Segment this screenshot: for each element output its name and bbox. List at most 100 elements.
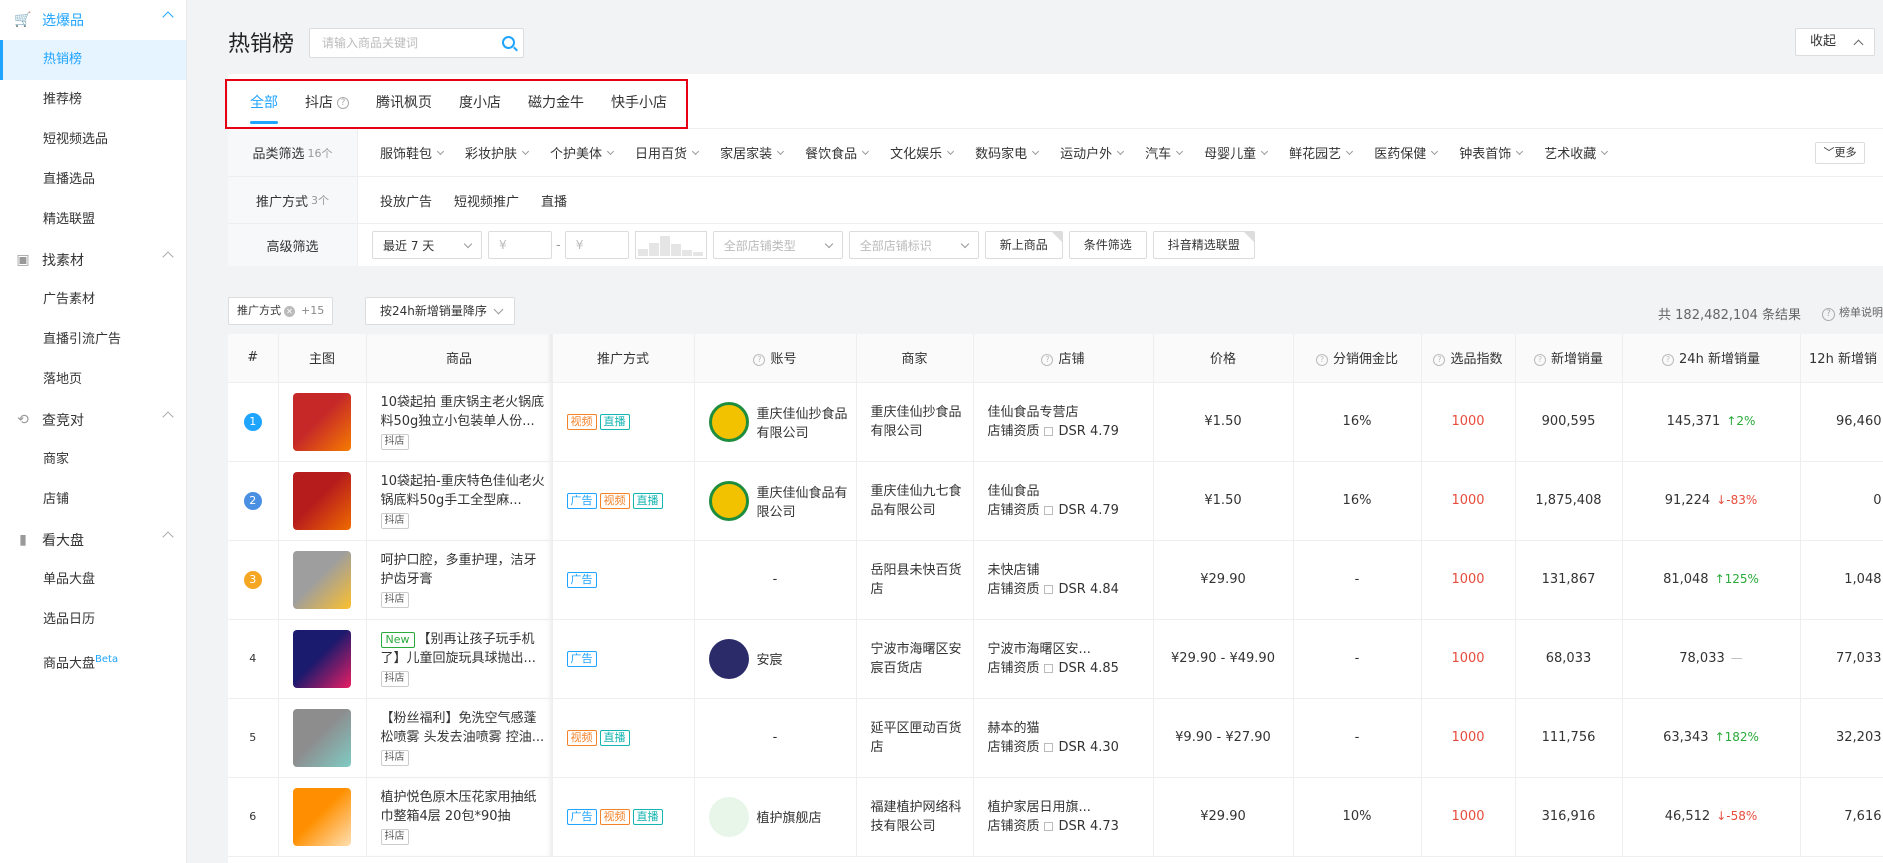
new-products-button[interactable]: 新上商品 [984, 231, 1063, 259]
condition-filter-button[interactable]: 条件筛选 [1068, 231, 1147, 259]
sidebar-item[interactable]: 短视频选品 [0, 120, 186, 160]
product-name[interactable]: 呵护口腔，多重护理，洁牙护齿牙膏 [381, 551, 552, 589]
table-row[interactable]: 3 呵护口腔，多重护理，洁牙护齿牙膏 抖店 广告 - 岳阳县未快百货店 未快店铺 店铺资质 DS… [228, 540, 1883, 620]
sidebar-item[interactable]: 商家 [0, 440, 186, 480]
account[interactable]: 安宸 [695, 638, 856, 679]
account[interactable]: 植护旗舰店 [695, 796, 856, 837]
store-mark-select[interactable]: 全部店铺标识 [848, 231, 979, 259]
merchant-cell[interactable]: 福建植护网络科技有限公司 [856, 777, 974, 857]
product-name[interactable]: 10袋起拍 重庆锅主老火锅底料50g独立小包装单人份... [381, 393, 552, 431]
sidebar-item[interactable]: 直播选品 [0, 160, 186, 200]
sidebar-item[interactable]: 选品日历 [0, 600, 186, 640]
table-row[interactable]: 1 10袋起拍 重庆锅主老火锅底料50g独立小包装单人份... 抖店 视频 直播 重庆佳仙… [228, 382, 1883, 462]
ranking-help-link[interactable]: ? 榜单说明 [1822, 304, 1883, 321]
category-option[interactable]: 家居家装 [720, 143, 785, 162]
external-link-icon[interactable] [1043, 505, 1053, 515]
promo-option[interactable]: 投放广告 [380, 191, 432, 210]
sidebar-item[interactable]: 落地页 [0, 360, 186, 400]
shop-info[interactable]: 植护家居日用旗... 店铺资质 DSR 4.73 [988, 798, 1153, 836]
merchant-cell[interactable]: 宁波市海曙区安宸百货店 [856, 619, 974, 699]
sidebar-item[interactable]: 商品大盘Beta [0, 640, 186, 680]
merchant-cell[interactable]: 延平区匣动百货店 [856, 698, 974, 778]
product-name[interactable]: 植护悦色原木压花家用抽纸巾整箱4层 20包*90抽 [381, 788, 552, 826]
close-icon[interactable]: ✕ [284, 306, 295, 317]
promo-option[interactable]: 直播 [541, 191, 567, 210]
price-histogram[interactable] [634, 231, 707, 259]
category-option[interactable]: 数码家电 [975, 143, 1040, 162]
category-option[interactable]: 服饰鞋包 [380, 143, 445, 162]
product-image[interactable] [293, 550, 351, 609]
collapse-button[interactable]: 收起 [1795, 28, 1875, 56]
table-row[interactable]: 2 10袋起拍-重庆特色佳仙老火锅底料50g手工全型麻... 抖店 广告 视频 直播 重庆佳… [228, 461, 1883, 541]
external-link-icon[interactable] [1043, 426, 1053, 436]
category-option[interactable]: 母婴儿童 [1204, 143, 1269, 162]
product-image[interactable] [293, 471, 351, 530]
external-link-icon[interactable] [1043, 663, 1053, 673]
product-image[interactable] [293, 392, 351, 451]
search-icon[interactable] [502, 36, 515, 49]
product-image[interactable] [293, 629, 351, 688]
sidebar-item[interactable]: 推荐榜 [0, 80, 186, 120]
product-name[interactable]: 【粉丝福利】免洗空气感蓬松喷雾 头发去油喷雾 控油... [381, 709, 552, 747]
price-max-input[interactable]: ¥ [564, 231, 629, 259]
sidebar-group-compare[interactable]: ⟲ 查竞对 [0, 400, 186, 440]
price-cell: ¥1.50 [1153, 461, 1294, 541]
category-option[interactable]: 鲜花园艺 [1289, 143, 1354, 162]
category-option[interactable]: 艺术收藏 [1544, 143, 1609, 162]
chevron-up-icon[interactable] [162, 531, 174, 543]
table-row[interactable]: 4 New 【别再让孩子玩手机了】儿童回旋玩具球抛出... 抖店 广告 安宸 宁波市海曙区安… [228, 619, 1883, 699]
chevron-up-icon[interactable] [162, 411, 174, 423]
external-link-icon[interactable] [1043, 584, 1053, 594]
promo-option[interactable]: 短视频推广 [454, 191, 519, 210]
sidebar-group-cart[interactable]: 🛒 选爆品 [0, 0, 186, 40]
sidebar-item[interactable]: 热销榜 [0, 40, 186, 80]
category-option[interactable]: 运动户外 [1060, 143, 1125, 162]
product-name[interactable]: 10袋起拍-重庆特色佳仙老火锅底料50g手工全型麻... [381, 472, 552, 510]
sidebar-item[interactable]: 直播引流广告 [0, 320, 186, 360]
sidebar-item[interactable]: 单品大盘 [0, 560, 186, 600]
shop-info[interactable]: 未快店铺 店铺资质 DSR 4.84 [988, 561, 1153, 599]
price-min-input[interactable]: ¥ [488, 231, 552, 259]
product-image[interactable] [293, 708, 351, 767]
merchant-cell[interactable]: 重庆佳仙九七食品有限公司 [856, 461, 974, 541]
category-option[interactable]: 文化娱乐 [890, 143, 955, 162]
period-select[interactable]: 最近 7 天 [372, 231, 482, 259]
merchant-cell[interactable]: 重庆佳仙抄食品有限公司 [856, 382, 974, 462]
external-link-icon[interactable] [1043, 742, 1053, 752]
merchant-cell[interactable]: 岳阳县未快百货店 [856, 540, 974, 620]
sort-select[interactable]: 按24h新增销量降序 [365, 297, 515, 325]
category-option[interactable]: 个护美体 [550, 143, 615, 162]
chevron-down-icon [692, 147, 700, 155]
table-row[interactable]: 5 【粉丝福利】免洗空气感蓬松喷雾 头发去油喷雾 控油... 抖店 视频 直播 - 延平区匣… [228, 698, 1883, 778]
more-categories-button[interactable]: ﹀更多 [1815, 141, 1865, 164]
shop-qualification: 店铺资质 DSR 4.79 [988, 501, 1153, 520]
category-option[interactable]: 钟表首饰 [1459, 143, 1524, 162]
chevron-up-icon[interactable] [162, 11, 174, 23]
active-filter-chip[interactable]: 推广方式 ✕ +15 [228, 297, 334, 325]
category-option[interactable]: 医药保健 [1374, 143, 1439, 162]
question-icon: ? [1041, 353, 1054, 366]
product-image[interactable] [293, 787, 351, 846]
category-option[interactable]: 日用百货 [635, 143, 700, 162]
product-name[interactable]: New 【别再让孩子玩手机了】儿童回旋玩具球抛出... [380, 630, 552, 668]
shop-info[interactable]: 佳仙食品 店铺资质 DSR 4.79 [988, 482, 1153, 520]
category-option[interactable]: 汽车 [1145, 143, 1184, 162]
douyin-alliance-button[interactable]: 抖音精选联盟 [1152, 231, 1255, 259]
search-input[interactable]: 请输入商品关键词 [309, 28, 524, 58]
shop-info[interactable]: 宁波市海曙区安... 店铺资质 DSR 4.85 [988, 640, 1153, 678]
account[interactable]: 重庆佳仙食品有限公司 [695, 480, 856, 521]
shop-info[interactable]: 赫本的猫 店铺资质 DSR 4.30 [988, 719, 1153, 757]
external-link-icon[interactable] [1043, 821, 1053, 831]
shop-info[interactable]: 佳仙食品专营店 店铺资质 DSR 4.79 [988, 403, 1153, 441]
sidebar-group-bar-chart[interactable]: ▮ 看大盘 [0, 520, 186, 560]
sidebar-item[interactable]: 精选联盟 [0, 200, 186, 240]
sidebar-item[interactable]: 店铺 [0, 480, 186, 520]
sidebar-item[interactable]: 广告素材 [0, 280, 186, 320]
chevron-up-icon[interactable] [162, 251, 174, 263]
sidebar-group-image[interactable]: ▣ 找素材 [0, 240, 186, 280]
category-option[interactable]: 彩妆护肤 [465, 143, 530, 162]
category-option[interactable]: 餐饮食品 [805, 143, 870, 162]
store-type-select[interactable]: 全部店铺类型 [712, 231, 843, 259]
account[interactable]: 重庆佳仙抄食品有限公司 [695, 401, 856, 442]
table-row[interactable]: 6 植护悦色原木压花家用抽纸巾整箱4层 20包*90抽 抖店 广告 视频 直播 植护旗舰店福… [228, 777, 1883, 857]
